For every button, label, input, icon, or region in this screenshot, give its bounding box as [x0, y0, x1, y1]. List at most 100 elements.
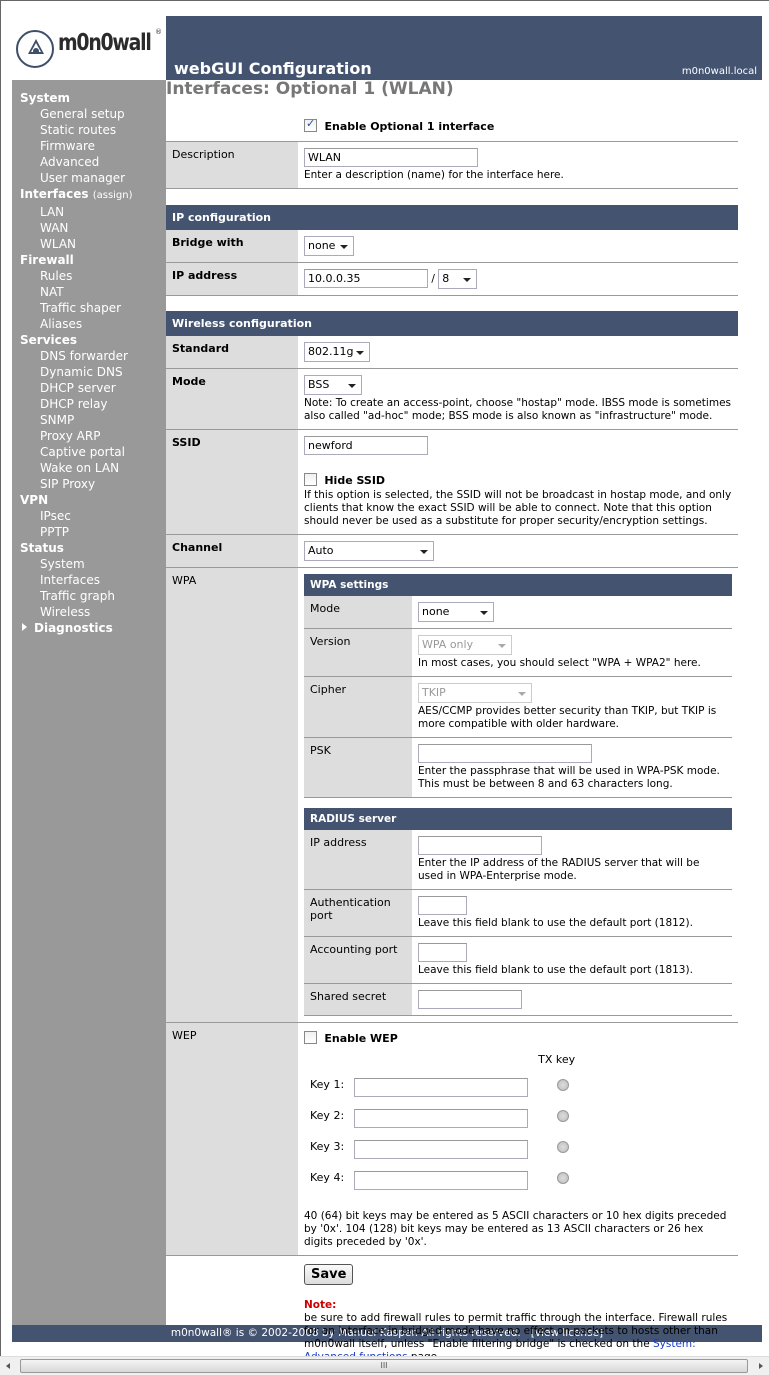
tx-key-3-radio[interactable] — [556, 1140, 569, 1153]
header-title: webGUI Configuration — [174, 59, 372, 78]
chevron-down-icon — [420, 550, 428, 554]
wep-key-1-input[interactable] — [354, 1077, 529, 1097]
sidebar-item-advanced[interactable]: Advanced — [20, 154, 166, 170]
sidebar-group-label: Services — [20, 333, 78, 347]
scroll-right-arrow-icon[interactable] — [752, 1357, 769, 1375]
sidebar-item-sip-proxy[interactable]: SIP Proxy — [20, 476, 166, 492]
top-header: webGUI Configuration m0n0wall.local — [166, 16, 762, 80]
ip-address-input[interactable]: 10.0.0.35 — [304, 269, 428, 288]
sidebar-item-general-setup[interactable]: General setup — [20, 106, 166, 122]
wpa-psk-hint: Enter the passphrase that will be used i… — [418, 765, 720, 790]
wep-key-row: Key 2: — [304, 1103, 581, 1134]
sidebar-group-services: Services — [20, 332, 166, 348]
wpa-cipher-label: Cipher — [304, 676, 412, 738]
hostname: m0n0wall.local — [681, 66, 757, 77]
radius-ip-input[interactable] — [418, 835, 542, 855]
sidebar-group-diagnostics[interactable]: Diagnostics — [20, 620, 166, 636]
sidebar-item-static-routes[interactable]: Static routes — [20, 122, 166, 138]
sidebar-item-dhcp-server[interactable]: DHCP server — [20, 380, 166, 396]
hide-ssid-checkbox[interactable] — [304, 473, 317, 486]
sidebar-item-dhcp-relay[interactable]: DHCP relay — [20, 396, 166, 412]
sidebar-item-wan[interactable]: WAN — [20, 220, 166, 236]
wep-key-row: Key 1: — [304, 1072, 581, 1103]
mode-select[interactable]: BSS — [304, 375, 362, 395]
logo-emblem-icon — [16, 30, 54, 68]
wpa-version-select[interactable]: WPA only — [418, 635, 512, 655]
tx-key-header: TX key — [538, 1052, 576, 1066]
acct-port-hint: Leave this field blank to use the defaul… — [418, 963, 693, 976]
wep-key-row: Key 4: — [304, 1165, 581, 1196]
firewall-note: Note: be sure to add firewall rules to p… — [304, 1299, 732, 1364]
description-input[interactable]: WLAN — [304, 148, 478, 167]
wep-key-row: Key 3: — [304, 1134, 581, 1165]
sidebar-item-pptp[interactable]: PPTP — [20, 524, 166, 540]
channel-select[interactable]: Auto — [304, 541, 434, 561]
sidebar-nav: System General setup Static routes Firmware… — [12, 80, 166, 1325]
sidebar-group-label: System — [20, 91, 70, 105]
sidebar-item-traffic-shaper[interactable]: Traffic shaper — [20, 300, 166, 316]
sidebar-item-wireless[interactable]: Wireless — [20, 604, 166, 620]
sidebar-item-dns-forwarder[interactable]: DNS forwarder — [20, 348, 166, 364]
assign-interfaces-link[interactable]: (assign) — [93, 190, 133, 201]
enable-wep-checkbox[interactable] — [304, 1030, 317, 1044]
tx-key-1-radio[interactable] — [556, 1078, 569, 1091]
sidebar-item-nat[interactable]: NAT — [20, 284, 166, 300]
sidebar-item-firmware[interactable]: Firmware — [20, 138, 166, 154]
sidebar-group-label: Firewall — [20, 253, 74, 267]
grip-icon: III — [380, 1361, 388, 1370]
wep-keys-table: TX key Key 1: Key 2: Key 3: Key 4: — [304, 1047, 581, 1196]
wpa-psk-input[interactable] — [418, 744, 592, 763]
logo[interactable]: m0n0wall ® — [12, 16, 166, 80]
sidebar-item-snmp[interactable]: SNMP — [20, 412, 166, 428]
sidebar-item-ipsec[interactable]: IPsec — [20, 508, 166, 524]
sidebar-item-lan[interactable]: LAN — [20, 204, 166, 220]
registered-mark: ® — [155, 28, 162, 36]
save-button[interactable]: Save — [304, 1263, 354, 1285]
ssid-input[interactable]: newford — [304, 436, 428, 455]
sidebar-item-user-manager[interactable]: User manager — [20, 170, 166, 186]
wep-key-label: Key 1: — [310, 1077, 345, 1091]
enable-interface-checkbox[interactable] — [304, 117, 317, 132]
shared-secret-label: Shared secret — [304, 983, 412, 1016]
sidebar-item-proxy-arp[interactable]: Proxy ARP — [20, 428, 166, 444]
chevron-down-icon — [340, 244, 348, 249]
wep-key-4-input[interactable] — [354, 1170, 529, 1190]
radius-ip-hint: Enter the IP address of the RADIUS serve… — [418, 856, 700, 882]
sidebar-item-rules[interactable]: Rules — [20, 268, 166, 284]
sidebar-item-wlan[interactable]: WLAN — [20, 236, 166, 252]
sidebar-item-traffic-graph[interactable]: Traffic graph — [20, 588, 166, 604]
subnet-separator: / — [431, 272, 435, 285]
horizontal-scrollbar[interactable]: III — [0, 1356, 769, 1375]
mode-label: Mode — [166, 368, 298, 430]
description-label: Description — [166, 141, 298, 189]
ssid-label: SSID — [166, 429, 298, 535]
chevron-down-icon — [356, 351, 364, 355]
sidebar-item-system[interactable]: System — [20, 556, 166, 572]
wpa-mode-select[interactable]: none — [418, 602, 494, 622]
shared-secret-input[interactable] — [418, 989, 522, 1009]
wpa-version-label: Version — [304, 628, 412, 677]
sidebar-item-dynamic-dns[interactable]: Dynamic DNS — [20, 364, 166, 380]
standard-select[interactable]: 802.11g — [304, 342, 370, 362]
sidebar-item-captive-portal[interactable]: Captive portal — [20, 444, 166, 460]
expand-arrow-icon — [22, 623, 27, 631]
wep-key-2-input[interactable] — [354, 1108, 529, 1128]
scrollbar-thumb[interactable]: III — [20, 1359, 748, 1373]
bridge-with-select[interactable]: none — [304, 235, 354, 256]
wpa-cipher-select[interactable]: TKIP — [418, 683, 532, 703]
hide-ssid-label: Hide SSID — [324, 474, 386, 487]
ip-configuration-header: IP configuration — [166, 204, 738, 230]
sidebar-item-aliases[interactable]: Aliases — [20, 316, 166, 332]
subnet-mask-select[interactable]: 8 — [438, 268, 478, 289]
chevron-down-icon — [480, 611, 488, 615]
wep-key-3-input[interactable] — [354, 1139, 529, 1159]
scroll-left-arrow-icon[interactable] — [0, 1357, 17, 1375]
sidebar-item-interfaces[interactable]: Interfaces — [20, 572, 166, 588]
tx-key-2-radio[interactable] — [556, 1109, 569, 1122]
tx-key-4-radio[interactable] — [556, 1171, 569, 1184]
interface-form: Enable Optional 1 interface Description … — [166, 115, 738, 1370]
sidebar-item-wake-on-lan[interactable]: Wake on LAN — [20, 460, 166, 476]
sidebar-group-label: Status — [20, 541, 64, 555]
auth-port-input[interactable] — [418, 895, 467, 915]
acct-port-input[interactable] — [418, 942, 467, 962]
